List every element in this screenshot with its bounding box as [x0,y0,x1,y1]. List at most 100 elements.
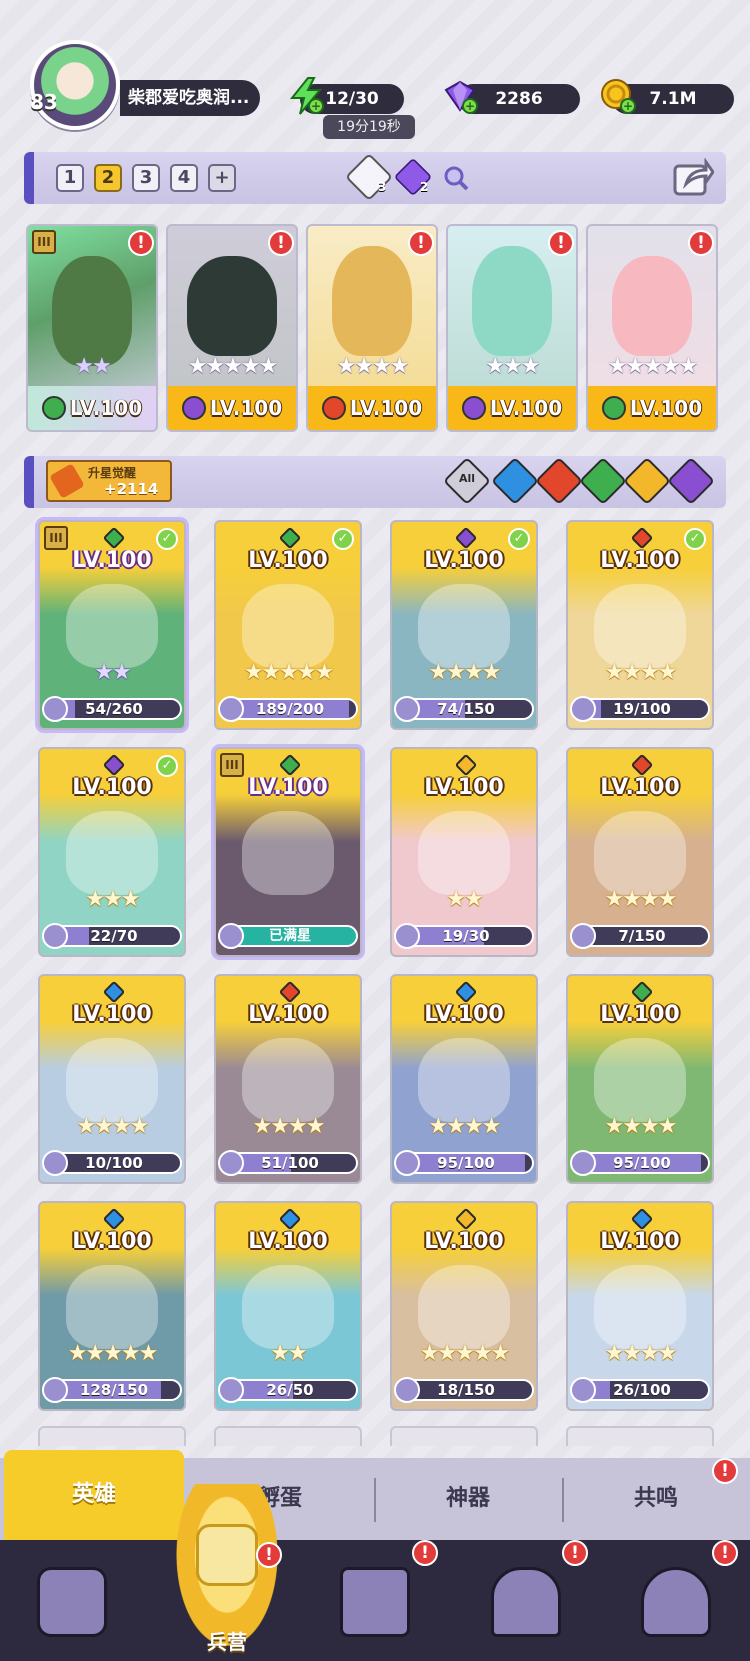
check-icon: ✓ [332,528,354,550]
hero-card[interactable]: LV.100 ★★ 26/50 [214,1201,362,1411]
barracks-label: 兵营 [207,1630,247,1654]
hero-card[interactable]: LV.100 ★★ 19/30 [390,747,538,957]
team-hero-card[interactable]: ★★★★★ LV.100 ! [166,224,298,432]
rank-badge: III [220,753,244,777]
hero-card[interactable]: LV.100 ★★★★ 26/100 [566,1201,714,1411]
arrow-up-icon [49,463,85,499]
hero-figure [594,1038,686,1122]
player-name: 柴郡爱吃奥润... [120,80,260,116]
level-bar: LV.100 [588,386,716,430]
gem-icon[interactable]: + [440,76,480,116]
hero-level: LV.100 [629,396,703,420]
shard-icon [394,1377,420,1403]
add-team-button[interactable]: + [208,164,236,192]
tab-divider [374,1478,376,1522]
shard-icon [42,923,68,949]
star-rating: ★★ [446,887,483,912]
hero-card[interactable]: ✓ LV.100 ★★★★★ 189/200 [214,520,362,730]
hero-card[interactable]: LV.100 ★★★★ 51/100 [214,974,362,1184]
tab-divider [562,1478,564,1522]
star-rating: ★★★★ [604,1341,678,1366]
hero-level: LV.100 [489,396,563,420]
energy-icon[interactable]: + [286,76,326,116]
tab-heroes[interactable]: 英雄 [4,1450,184,1540]
star-awaken-button[interactable]: 升星觉醒 +2114 [46,460,172,502]
nature-element-icon [601,396,626,420]
hero-card[interactable]: III LV.100 已满星 [214,747,362,957]
team-tab-1[interactable]: 1 [56,164,84,192]
hero-card[interactable]: LV.100 ★★★★ 10/100 [38,974,186,1184]
team-hero-card[interactable]: III ★★ LV.100 ! [26,224,158,432]
hero-portrait [187,256,277,356]
hero-card[interactable]: ✓ LV.100 ★★★ 22/70 [38,747,186,957]
star-rating: ★★★ [485,354,540,379]
tab-artifact[interactable]: 神器 [378,1458,558,1540]
hero-figure [66,1265,158,1349]
hero-card-peek [38,1426,186,1446]
team-tab-3[interactable]: 3 [132,164,160,192]
shard-icon [570,1150,596,1176]
team-selector-bar: 1 2 3 4 + 3 2 [24,152,726,204]
hero-card[interactable]: LV.100 ★★★★ 7/150 [566,747,714,957]
star-rating: ★★★★ [428,660,502,685]
check-icon: ✓ [156,528,178,550]
star-rating: ★★★★★ [187,354,279,379]
hero-card[interactable]: LV.100 ★★★★★ 128/150 [38,1201,186,1411]
hero-portrait [332,246,412,356]
svg-text:+: + [311,99,321,113]
shard-icon [570,923,596,949]
map-alert-badge: ! [412,1540,438,1566]
cards-icon [37,1567,107,1637]
level-bar: LV.100 [168,386,296,430]
hero-level: LV.100 [69,396,143,420]
hero-portrait [52,256,132,366]
hero-level: LV.100 [424,548,504,573]
search-icon[interactable] [442,164,470,196]
svg-text:+: + [465,99,475,113]
team-hero-card[interactable]: ★★★★★ LV.100 ! [586,224,718,432]
star-rating: ★★★ [85,887,140,912]
star-rating: ★★★★ [336,354,410,379]
hero-level: LV.100 [600,548,680,573]
nav-temple[interactable] [476,1552,576,1652]
hero-portrait [612,256,692,356]
level-bar: LV.100 [308,386,436,430]
star-rating: ★★★★ [252,1114,326,1139]
hero-level: LV.100 [209,396,283,420]
star-rating: ★★ [94,660,131,685]
map-icon [340,1567,410,1637]
nav-barracks[interactable]: 兵营 ! [168,1484,286,1661]
hero-card[interactable]: LV.100 ★★★★ 95/100 [390,974,538,1184]
hero-figure [66,584,158,668]
hero-level: LV.100 [248,548,328,573]
barracks-icon [196,1524,258,1586]
gold-coin-icon[interactable]: + [598,76,638,116]
mushroom-house-icon [641,1567,711,1637]
nav-map[interactable] [325,1552,425,1652]
hero-level: LV.100 [248,1002,328,1027]
team-hero-card[interactable]: ★★★★ LV.100 ! [306,224,438,432]
hero-figure [594,584,686,668]
team-hero-card[interactable]: ★★★ LV.100 ! [446,224,578,432]
hero-level: LV.100 [424,775,504,800]
temple-icon [491,1567,561,1637]
hero-card[interactable]: LV.100 ★★★★★ 18/150 [390,1201,538,1411]
star-rating: ★★★★★ [607,354,699,379]
hero-card[interactable]: III ✓ LV.100 ★★ 54/260 [38,520,186,730]
share-icon[interactable] [672,157,715,202]
hero-figure [66,811,158,895]
hero-card[interactable]: ✓ LV.100 ★★★★ 19/100 [566,520,714,730]
star-rating: ★★★★★ [67,1341,159,1366]
hero-level: LV.100 [72,548,152,573]
nav-cards[interactable] [22,1552,122,1652]
hero-card[interactable]: ✓ LV.100 ★★★★ 74/150 [390,520,538,730]
hero-card-peek [566,1426,714,1446]
team-tab-4[interactable]: 4 [170,164,198,192]
team-tab-2[interactable]: 2 [94,164,122,192]
shard-icon [570,696,596,722]
rank-badge: III [44,526,68,550]
hero-figure [594,1265,686,1349]
nav-mushroom-house[interactable] [626,1552,726,1652]
hero-figure [242,584,334,668]
hero-card[interactable]: LV.100 ★★★★ 95/100 [566,974,714,1184]
